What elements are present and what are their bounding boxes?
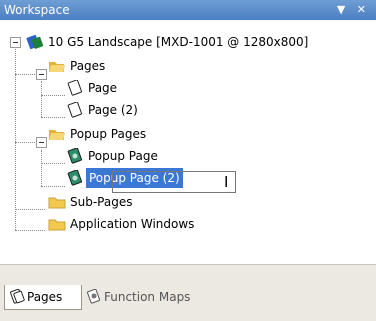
folder-icon bbox=[48, 219, 66, 231]
panel-controls[interactable]: ▼ ✕ bbox=[337, 3, 370, 16]
touch-panel-icon bbox=[26, 34, 44, 50]
tree-line bbox=[41, 81, 42, 117]
workspace-titlebar: Workspace ▼ ✕ bbox=[0, 0, 376, 20]
workspace-tab-bar: Pages Function Maps bbox=[0, 264, 376, 321]
popup-page-label: Popup Page bbox=[88, 149, 158, 163]
tree-line bbox=[15, 230, 45, 231]
popup-page-icon bbox=[67, 148, 82, 164]
folder-label: Pages bbox=[70, 59, 106, 73]
pages-tab-icon bbox=[10, 289, 25, 304]
function-maps-tab-icon bbox=[87, 289, 101, 304]
text-cursor-icon: I bbox=[224, 173, 229, 191]
tree-line bbox=[41, 117, 65, 118]
workspace-tree: 10 G5 Landscape [MXD-1001 @ 1280x800] Pa… bbox=[0, 20, 376, 264]
tree-line bbox=[41, 186, 65, 187]
tab-pages[interactable]: Pages bbox=[4, 285, 82, 310]
page-label: Page (2) bbox=[88, 103, 138, 117]
tree-line bbox=[15, 38, 16, 230]
tab-label: Function Maps bbox=[104, 290, 191, 304]
rename-edit-box[interactable] bbox=[112, 171, 236, 193]
tree-line bbox=[15, 74, 35, 75]
tab-function-maps[interactable]: Function Maps bbox=[82, 285, 222, 309]
folder-label: Popup Pages bbox=[70, 127, 147, 141]
popup-page-icon bbox=[67, 170, 82, 186]
folder-label: Application Windows bbox=[70, 217, 195, 231]
tree-line bbox=[41, 95, 65, 96]
folder-label: Sub-Pages bbox=[70, 195, 133, 209]
panel-title: Workspace bbox=[4, 3, 70, 17]
tree-line bbox=[15, 209, 45, 210]
open-folder-icon bbox=[49, 130, 65, 140]
folder-icon bbox=[48, 197, 66, 209]
page-icon bbox=[67, 80, 82, 96]
tree-line bbox=[41, 163, 65, 164]
tree-root-label: 10 G5 Landscape [MXD-1001 @ 1280x800] bbox=[48, 35, 309, 49]
tab-label: Pages bbox=[27, 290, 63, 304]
collapse-toggle-popups[interactable] bbox=[36, 137, 47, 148]
collapse-toggle-root[interactable] bbox=[10, 37, 21, 48]
tree-line bbox=[41, 150, 42, 186]
page-icon bbox=[67, 102, 82, 118]
page-label: Page bbox=[88, 81, 118, 95]
collapse-toggle-pages[interactable] bbox=[36, 69, 47, 80]
open-folder-icon bbox=[49, 62, 65, 72]
tree-line bbox=[15, 142, 35, 143]
